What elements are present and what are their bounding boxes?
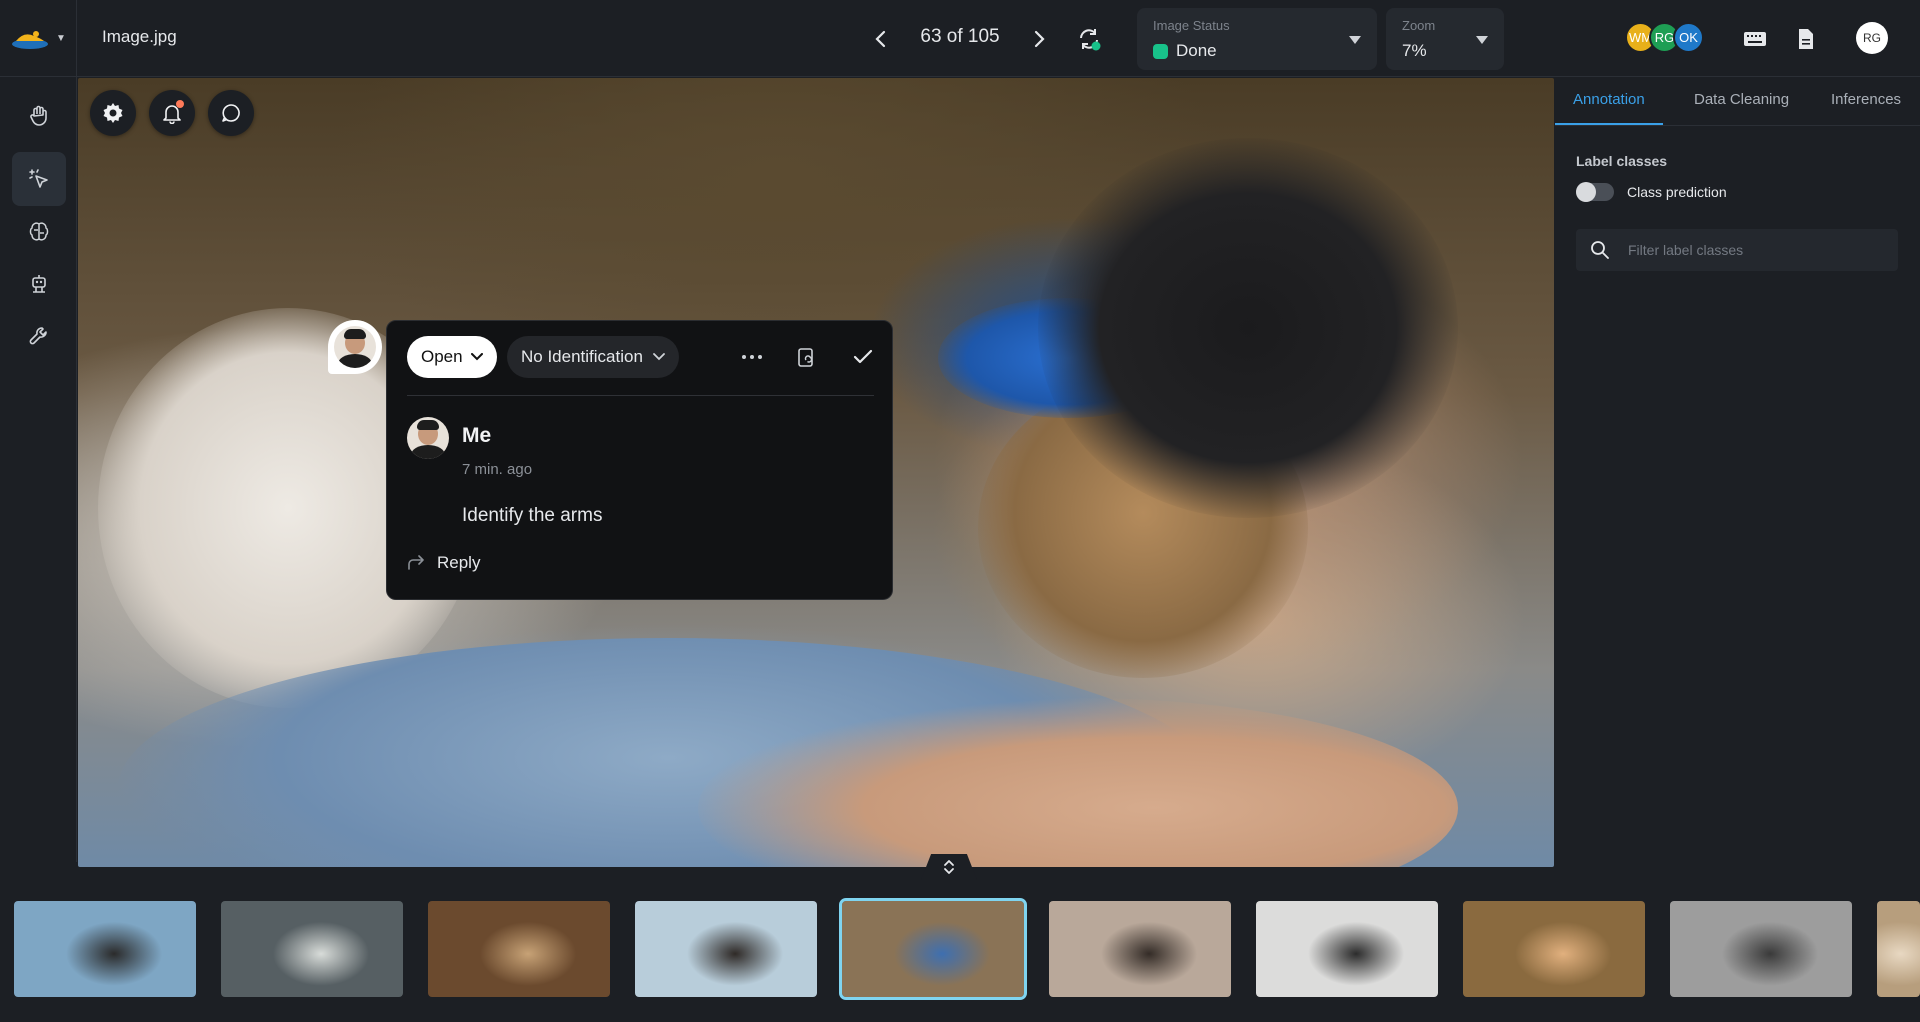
- thumbnail[interactable]: [1463, 901, 1645, 997]
- label-classes-heading: Label classes: [1576, 153, 1668, 169]
- thumbnail[interactable]: [1877, 901, 1920, 997]
- collaborator-avatar[interactable]: OK: [1673, 22, 1704, 53]
- thumbnail[interactable]: [1049, 901, 1231, 997]
- robot-icon: [32, 275, 46, 293]
- model-tool-button[interactable]: [12, 257, 66, 311]
- expand-collapse-icon: [944, 860, 954, 874]
- identification-dropdown[interactable]: No Identification: [507, 336, 679, 378]
- thumbnail-filmstrip: [0, 880, 1920, 1022]
- comment-status-value: Open: [421, 347, 463, 366]
- sync-icon: [1080, 29, 1101, 51]
- thumbnail[interactable]: [1256, 901, 1438, 997]
- gear-icon: [103, 103, 123, 123]
- comment-timestamp: 7 min. ago: [462, 461, 533, 478]
- chevron-down-icon: [470, 353, 483, 361]
- filter-label-classes: [1576, 229, 1898, 271]
- caret-down-icon: [1349, 36, 1361, 44]
- tab-data-cleaning[interactable]: Data Cleaning: [1694, 91, 1789, 108]
- tabs-border: [1555, 125, 1920, 126]
- thumbnail[interactable]: [839, 898, 1027, 1000]
- document-button[interactable]: [1793, 26, 1819, 52]
- sync-button[interactable]: [1072, 22, 1106, 56]
- pan-tool-button[interactable]: [12, 89, 66, 143]
- wrench-icon: [29, 327, 47, 345]
- canvas-settings-button[interactable]: [90, 90, 136, 136]
- more-horizontal-icon: [742, 355, 762, 359]
- previous-image-button[interactable]: [864, 22, 898, 56]
- thumbnail[interactable]: [1670, 901, 1852, 997]
- document-icon: [1799, 29, 1813, 49]
- thumbnail[interactable]: [221, 901, 403, 997]
- select-tool-button[interactable]: [12, 152, 66, 206]
- clipboard-link-icon: [798, 348, 813, 367]
- tool-sidebar: [0, 77, 77, 862]
- active-tab-indicator: [1555, 123, 1663, 125]
- brain-icon: [29, 222, 49, 241]
- checkmark-icon: [853, 349, 873, 364]
- reply-icon: [408, 555, 424, 570]
- chevron-right-icon: [1034, 30, 1045, 48]
- select-pointer-icon: [29, 169, 48, 188]
- image-status-label: Image Status: [1153, 18, 1230, 33]
- filter-label-classes-input[interactable]: [1628, 229, 1888, 271]
- comments-button[interactable]: [208, 90, 254, 136]
- shirt-shape: [1038, 138, 1458, 518]
- image-status-value: Done: [1176, 41, 1217, 60]
- right-panel: Annotation Data Cleaning Inferences Labe…: [1555, 77, 1920, 867]
- zoom-dropdown[interactable]: Zoom 7%: [1386, 8, 1504, 70]
- class-prediction-toggle[interactable]: [1576, 182, 1614, 202]
- zoom-value: 7%: [1402, 41, 1427, 60]
- reply-label: Reply: [437, 553, 481, 572]
- hand-icon: [30, 105, 47, 126]
- image-status-dropdown[interactable]: Image Status Done: [1137, 8, 1377, 70]
- next-image-button[interactable]: [1022, 22, 1056, 56]
- thumbnail[interactable]: [428, 901, 610, 997]
- chat-bubble-icon: [222, 104, 240, 122]
- caret-down-icon: [1476, 36, 1488, 44]
- image-canvas[interactable]: Open No Identification Me 7 min. ago Ide…: [78, 78, 1554, 867]
- notification-dot: [176, 100, 184, 108]
- ai-tool-button[interactable]: [12, 205, 66, 259]
- top-bar: ▼ Image.jpg 63 of 105 Image Status Done …: [0, 0, 1920, 77]
- user-avatar[interactable]: RG: [1856, 22, 1888, 54]
- logo-caret-icon: ▼: [56, 33, 66, 44]
- chevron-left-icon: [875, 30, 886, 48]
- notifications-button[interactable]: [149, 90, 195, 136]
- chevron-down-icon: [653, 353, 665, 361]
- keyboard-icon: [1744, 32, 1766, 46]
- avatar-image: [407, 417, 449, 459]
- comment-author: Me: [462, 424, 492, 447]
- image-counter: 63 of 105: [920, 26, 1000, 47]
- zoom-label: Zoom: [1402, 18, 1436, 33]
- class-prediction-label: Class prediction: [1627, 184, 1727, 200]
- comment-pin-avatar[interactable]: [328, 320, 382, 374]
- identification-value: No Identification: [521, 347, 643, 366]
- search-icon: [1591, 241, 1609, 259]
- keyboard-shortcuts-button[interactable]: [1742, 26, 1768, 52]
- file-name: Image.jpg: [102, 27, 177, 46]
- settings-tool-button[interactable]: [12, 309, 66, 363]
- more-options-button[interactable]: [738, 343, 766, 371]
- avatar-image: [334, 326, 376, 368]
- app-logo-menu[interactable]: ▼: [0, 0, 77, 77]
- tab-annotation[interactable]: Annotation: [1573, 91, 1645, 108]
- resolve-comment-button[interactable]: [849, 343, 877, 371]
- copy-link-button[interactable]: [792, 343, 820, 371]
- reply-button[interactable]: Reply: [407, 553, 480, 573]
- status-indicator: [1153, 43, 1168, 59]
- comment-author-avatar: [407, 417, 449, 459]
- logo-icon: [12, 30, 49, 49]
- image-status-value-wrap: Done: [1153, 41, 1217, 61]
- comment-text: Identify the arms: [462, 505, 603, 526]
- comment-divider: [407, 395, 874, 396]
- thumbnail[interactable]: [14, 901, 196, 997]
- tab-inferences[interactable]: Inferences: [1831, 91, 1901, 108]
- comment-status-dropdown[interactable]: Open: [407, 336, 497, 378]
- comment-popup: Open No Identification Me 7 min. ago Ide…: [386, 320, 893, 600]
- thumbnail[interactable]: [635, 901, 817, 997]
